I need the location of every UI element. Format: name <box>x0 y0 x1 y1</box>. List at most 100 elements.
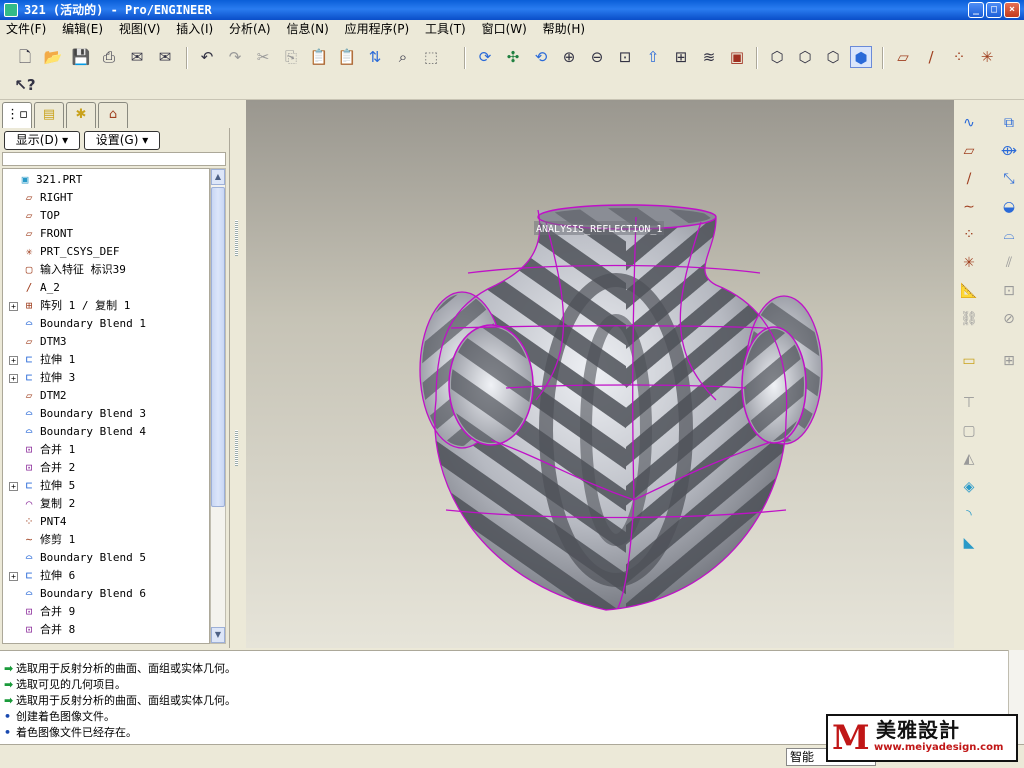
rib-icon[interactable]: ◭ <box>958 448 980 470</box>
shading-icon[interactable]: ⬢ <box>850 46 872 68</box>
analysis-feature-icon[interactable]: 📐 <box>958 280 980 302</box>
tree-item[interactable]: ⌒ 复制 2 <box>9 495 76 513</box>
paste-icon[interactable]: 📋 <box>308 46 330 68</box>
close-button[interactable]: × <box>1004 2 1020 18</box>
cut-icon[interactable]: ✂ <box>252 46 274 68</box>
menu-help[interactable]: 帮助(H) <box>537 20 591 39</box>
model-view[interactable]: ANALYSIS_REFLECTION_1 <box>246 100 954 648</box>
spin-center-icon[interactable]: ✣ <box>502 46 524 68</box>
chamfer-icon[interactable]: ◣ <box>958 532 980 554</box>
trim-tool-icon[interactable]: ⊘ <box>998 308 1020 330</box>
sweep-icon[interactable]: ⤡ <box>998 168 1020 190</box>
tree-item[interactable]: ⌓ Boundary Blend 4 <box>9 423 146 441</box>
analysis-label[interactable]: ANALYSIS_REFLECTION_1 <box>536 224 662 235</box>
paste-special-icon[interactable]: 📋 <box>336 46 358 68</box>
splitter-grip[interactable] <box>235 430 238 466</box>
favorites-tab[interactable]: ✱ <box>66 102 96 128</box>
minimize-button[interactable]: _ <box>968 2 984 18</box>
tree-item[interactable]: + ⊏ 拉伸 1 <box>9 351 75 369</box>
revolve-icon[interactable]: ⟴ <box>998 140 1020 162</box>
tree-item[interactable]: ▱ DTM2 <box>9 387 67 405</box>
layers-icon[interactable]: ≋ <box>698 46 720 68</box>
menu-insert[interactable]: 插入(I) <box>170 20 219 39</box>
print-icon[interactable]: ⎙ <box>98 46 120 68</box>
scroll-up-icon[interactable]: ▲ <box>211 169 225 185</box>
tree-item[interactable]: ▱ DTM3 <box>9 333 67 351</box>
vase-model[interactable]: ANALYSIS_REFLECTION_1 <box>419 200 823 620</box>
find-icon[interactable]: ⌕ <box>392 46 414 68</box>
tree-item[interactable]: + ⊏ 拉伸 6 <box>9 567 75 585</box>
draft-icon[interactable]: ◈ <box>958 476 980 498</box>
datum-points-icon[interactable]: ⁘ <box>948 46 970 68</box>
variable-section-icon[interactable]: ⛓ <box>958 308 980 330</box>
annotation-icon[interactable]: ▭ <box>958 350 980 372</box>
menu-tools[interactable]: 工具(T) <box>419 20 472 39</box>
expand-icon[interactable]: + <box>9 373 18 383</box>
panel-splitter[interactable] <box>232 100 246 648</box>
tree-item[interactable]: ⌓ Boundary Blend 1 <box>9 315 146 333</box>
datum-axis-tool-icon[interactable]: / <box>958 168 980 190</box>
splitter-grip[interactable] <box>235 220 238 256</box>
datum-curve-icon[interactable]: ∼ <box>958 196 980 218</box>
blend-icon[interactable]: ⧉ <box>998 112 1020 134</box>
tree-item[interactable]: ▱ FRONT <box>9 225 73 243</box>
menu-info[interactable]: 信息(N) <box>280 20 334 39</box>
tree-item[interactable]: ∼ 修剪 1 <box>9 531 76 549</box>
tree-item[interactable]: + ⊞ 阵列 1 / 复制 1 <box>9 297 130 315</box>
menu-view[interactable]: 视图(V) <box>113 20 167 39</box>
refit-icon[interactable]: ⊡ <box>614 46 636 68</box>
tree-item[interactable]: ✳ PRT_CSYS_DEF <box>9 243 120 261</box>
mirror-icon[interactable]: ⫽ <box>998 252 1020 274</box>
style-icon[interactable]: ◒ <box>998 196 1020 218</box>
undo-icon[interactable]: ↶ <box>196 46 218 68</box>
menu-file[interactable]: 文件(F) <box>0 20 52 39</box>
graphics-window[interactable]: ANALYSIS_REFLECTION_1 <box>246 100 954 648</box>
open-icon[interactable]: 📂 <box>42 46 64 68</box>
wireframe-icon[interactable]: ⬡ <box>766 46 788 68</box>
tree-item[interactable]: ⁘ PNT4 <box>9 513 66 531</box>
csys-tool-icon[interactable]: ✳ <box>958 252 980 274</box>
round-icon[interactable]: ◝ <box>958 504 980 526</box>
expand-icon[interactable]: + <box>9 355 18 365</box>
tree-item[interactable]: ⊡ 合并 8 <box>9 621 76 639</box>
email-icon[interactable]: ✉ <box>126 46 148 68</box>
email-link-icon[interactable]: ✉ <box>154 46 176 68</box>
hole-icon[interactable]: ⊤ <box>958 392 980 414</box>
copy-icon[interactable]: ⎘ <box>280 46 302 68</box>
expand-icon[interactable]: + <box>9 571 18 581</box>
saved-views-icon[interactable]: ⊞ <box>670 46 692 68</box>
tree-item[interactable]: + ⊏ 拉伸 3 <box>9 369 75 387</box>
tree-scrollbar[interactable]: ▲ ▼ <box>210 168 226 644</box>
tree-item[interactable]: ⌓ Boundary Blend 5 <box>9 549 146 567</box>
settings-dropdown[interactable]: 设置(G) ▾ <box>84 131 160 150</box>
tree-item[interactable]: ▱ RIGHT <box>9 189 73 207</box>
datum-axes-icon[interactable]: / <box>920 46 942 68</box>
model-tree-tab[interactable]: ⋮▫ <box>2 102 32 130</box>
menu-window[interactable]: 窗口(W) <box>476 20 533 39</box>
reorient-icon[interactable]: ⇧ <box>642 46 664 68</box>
scroll-down-icon[interactable]: ▼ <box>211 627 225 643</box>
repaint-icon[interactable]: ⟳ <box>474 46 496 68</box>
scroll-thumb[interactable] <box>211 187 225 507</box>
regenerate-icon[interactable]: ⇅ <box>364 46 386 68</box>
menu-analysis[interactable]: 分析(A) <box>223 20 277 39</box>
connections-tab[interactable]: ⌂ <box>98 102 128 128</box>
view-manager-icon[interactable]: ▣ <box>726 46 748 68</box>
maximize-button[interactable]: □ <box>986 2 1002 18</box>
tree-filter-field[interactable] <box>2 152 226 166</box>
orient-icon[interactable]: ⟲ <box>530 46 552 68</box>
merge-tool-icon[interactable]: ⊡ <box>998 280 1020 302</box>
expand-icon[interactable]: + <box>9 301 18 311</box>
tree-item[interactable]: ⊡ 合并 1 <box>9 441 76 459</box>
menu-applications[interactable]: 应用程序(P) <box>339 20 416 39</box>
menu-edit[interactable]: 编辑(E) <box>56 20 109 39</box>
zoom-out-icon[interactable]: ⊖ <box>586 46 608 68</box>
hidden-line-icon[interactable]: ⬡ <box>794 46 816 68</box>
tree-item[interactable]: ⌓ Boundary Blend 3 <box>9 405 146 423</box>
layers-tab[interactable]: ▤ <box>34 102 64 128</box>
tree-item[interactable]: + ⊏ 拉伸 5 <box>9 477 75 495</box>
context-help-icon[interactable]: ↖? <box>14 74 36 96</box>
boundary-blend-tool-icon[interactable]: ⌓ <box>998 224 1020 246</box>
save-icon[interactable]: 💾 <box>70 46 92 68</box>
tree-item[interactable]: ▣ 321.PRT <box>5 171 83 189</box>
